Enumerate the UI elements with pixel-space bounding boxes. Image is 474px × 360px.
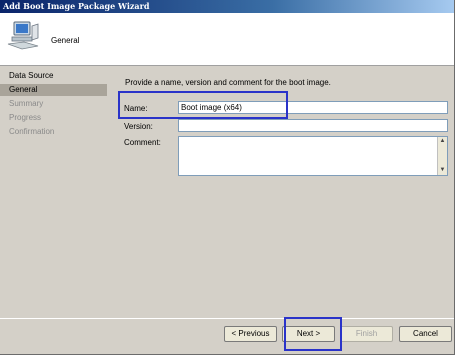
finish-button: Finish (340, 326, 393, 342)
wizard-window: Add Boot Image Package Wizard General Da… (0, 0, 455, 355)
computer-wizard-icon (7, 21, 39, 50)
previous-button[interactable]: < Previous (224, 326, 277, 342)
cancel-button[interactable]: Cancel (399, 326, 452, 342)
instruction-text: Provide a name, version and comment for … (125, 78, 331, 87)
nav-item-progress: Progress (9, 113, 42, 122)
nav-item-data-source[interactable]: Data Source (0, 70, 107, 82)
comment-label: Comment: (124, 138, 161, 147)
page-title: General (51, 36, 80, 45)
next-button[interactable]: Next > (282, 326, 335, 342)
nav-item-confirmation: Confirmation (9, 127, 55, 136)
wizard-content: Provide a name, version and comment for … (107, 66, 454, 328)
nav-item-general[interactable]: General (0, 84, 107, 96)
wizard-header: General (0, 13, 454, 66)
wizard-steps-pane: Data Source General Summary Progress Con… (0, 66, 107, 328)
comment-scrollbar[interactable]: ▲ ▼ (437, 137, 447, 175)
name-input-value: Boot image (x64) (181, 103, 242, 112)
scroll-up-icon[interactable]: ▲ (438, 137, 447, 146)
button-separator (0, 318, 454, 319)
name-label: Name: (124, 104, 148, 113)
comment-textarea[interactable]: ▲ ▼ (178, 136, 448, 176)
scroll-down-icon[interactable]: ▼ (438, 166, 447, 175)
window-title: Add Boot Image Package Wizard (3, 1, 150, 11)
name-input[interactable]: Boot image (x64) (178, 101, 448, 114)
nav-item-summary: Summary (9, 99, 44, 108)
title-bar[interactable]: Add Boot Image Package Wizard (0, 0, 454, 13)
version-input[interactable] (178, 119, 448, 132)
version-label: Version: (124, 122, 153, 131)
